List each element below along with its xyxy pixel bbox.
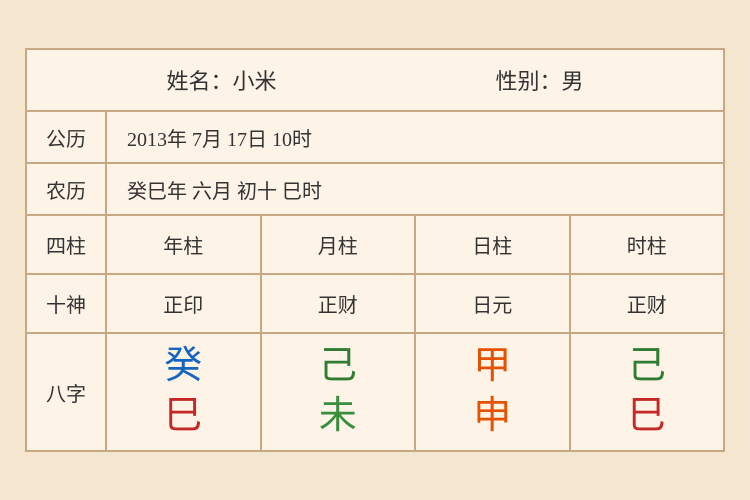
bazhi-col-1: 己 未 xyxy=(262,334,417,449)
bazhi-cells: 癸 巳 己 未 甲 申 己 巳 xyxy=(107,334,723,449)
bazhi-col-2: 甲 申 xyxy=(416,334,571,449)
shishen-col-1: 正财 xyxy=(262,275,417,332)
shishen-col-3: 正财 xyxy=(571,275,724,332)
bazhi-row: 八字 癸 巳 己 未 甲 申 己 巳 xyxy=(27,334,723,449)
sizhu-col-0: 年柱 xyxy=(107,216,262,273)
sizhu-label: 四柱 xyxy=(27,216,107,273)
main-container: 姓名：小米 性别：男 公历 2013年 7月 17日 10时 农历 癸巳年 六月… xyxy=(25,48,725,451)
sizhu-cells: 年柱 月柱 日柱 时柱 xyxy=(107,216,723,273)
bazhi-col-0-top: 癸 xyxy=(164,344,202,390)
gender-label: 性别：男 xyxy=(495,64,583,96)
lunar-content: 癸巳年 六月 初十 巳时 xyxy=(107,165,723,214)
shishen-row: 十神 正印 正财 日元 正财 xyxy=(27,275,723,334)
bazhi-col-2-bottom: 申 xyxy=(473,394,511,440)
shishen-col-0: 正印 xyxy=(107,275,262,332)
bazhi-col-2-top: 甲 xyxy=(473,344,511,390)
sizhu-col-3: 时柱 xyxy=(571,216,724,273)
lunar-label: 农历 xyxy=(27,164,107,214)
bazhi-col-3: 己 巳 xyxy=(571,334,724,449)
solar-label: 公历 xyxy=(27,112,107,162)
sizhu-col-1: 月柱 xyxy=(262,216,417,273)
shishen-label: 十神 xyxy=(27,275,107,332)
bazhi-col-3-top: 己 xyxy=(628,344,666,390)
bazhi-label: 八字 xyxy=(27,334,107,449)
bazhi-col-0-bottom: 巳 xyxy=(164,394,202,440)
shishen-col-2: 日元 xyxy=(416,275,571,332)
shishen-cells: 正印 正财 日元 正财 xyxy=(107,275,723,332)
lunar-row: 农历 癸巳年 六月 初十 巳时 xyxy=(27,164,723,216)
sizhu-col-2: 日柱 xyxy=(416,216,571,273)
name-label: 姓名：小米 xyxy=(166,64,276,96)
bazhi-col-1-bottom: 未 xyxy=(319,394,357,440)
bazhi-col-3-bottom: 巳 xyxy=(628,394,666,440)
sizhu-row: 四柱 年柱 月柱 日柱 时柱 xyxy=(27,216,723,275)
solar-row: 公历 2013年 7月 17日 10时 xyxy=(27,112,723,164)
bazhi-col-0: 癸 巳 xyxy=(107,334,262,449)
solar-content: 2013年 7月 17日 10时 xyxy=(107,113,723,162)
header-row: 姓名：小米 性别：男 xyxy=(27,50,723,112)
bazhi-col-1-top: 己 xyxy=(319,344,357,390)
